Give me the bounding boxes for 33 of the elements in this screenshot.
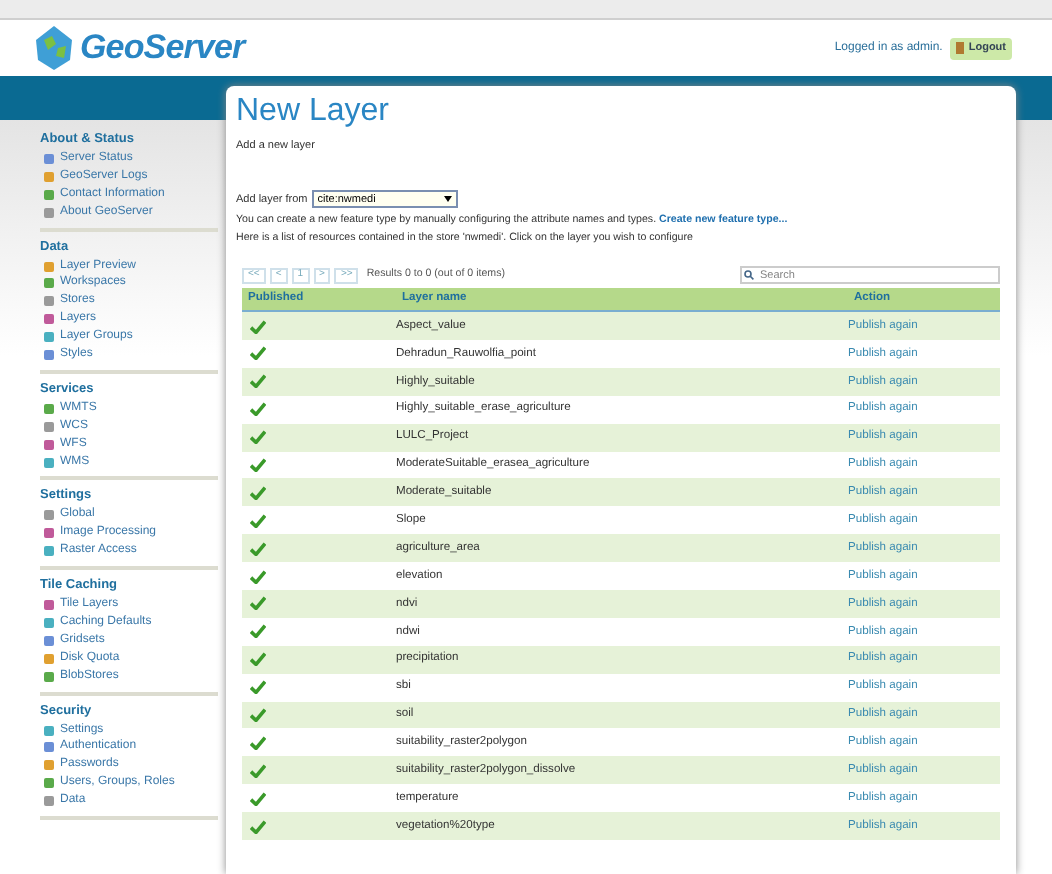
tile-icon: [44, 653, 54, 664]
tile-icon: [44, 671, 54, 682]
tile-icon: [44, 725, 54, 736]
tile-icon: [44, 528, 54, 539]
tile-icon: [44, 600, 54, 611]
tile-icon: [44, 742, 54, 753]
page-title: New Layer: [236, 94, 391, 130]
tile-icon: [44, 207, 54, 218]
tile-icon: [44, 314, 54, 325]
tile-icon: [44, 778, 54, 789]
logo-text: GeoServer: [80, 26, 245, 71]
tile-icon: [44, 278, 54, 289]
tile-icon: [44, 349, 54, 360]
tile-icon: [44, 332, 54, 343]
logout-icon: [956, 42, 965, 54]
tile-icon: [44, 171, 54, 182]
tile-icon: [44, 546, 54, 557]
dropdown-arrow-icon: [443, 196, 452, 203]
tile-icon: [44, 635, 54, 646]
globe-logo-icon: [32, 24, 76, 72]
tile-icon: [44, 403, 54, 414]
tile-icon: [44, 296, 54, 307]
tile-icon: [44, 189, 54, 200]
tile-icon: [44, 261, 54, 271]
tile-icon: [44, 153, 54, 164]
search-icon: [744, 270, 754, 281]
tile-icon: [44, 421, 54, 432]
tile-icon: [44, 796, 54, 807]
tile-icon: [44, 439, 54, 450]
tile-icon: [44, 457, 54, 468]
tile-icon: [44, 510, 54, 521]
tile-icon: [44, 617, 54, 628]
tile-icon: [44, 760, 54, 771]
